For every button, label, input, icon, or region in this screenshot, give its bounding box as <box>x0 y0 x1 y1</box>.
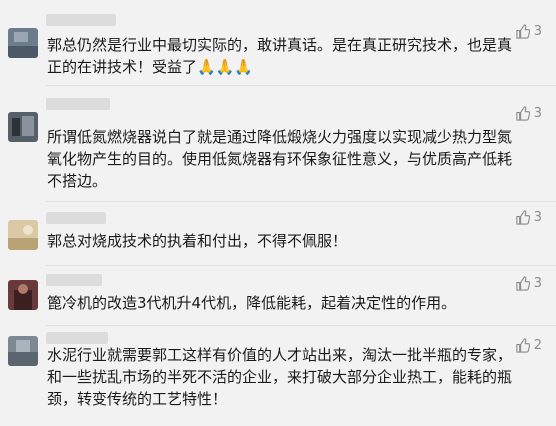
comment-text: 篦冷机的改造3代机升4代机，降低能耗，起着决定性的作用。 <box>47 294 457 312</box>
comment-item: 水泥行业就需要郭工这样有价值的人才站出来，淘汰一批半瓶的专家，和一些扰乱市场的半… <box>0 326 556 426</box>
author-name[interactable] <box>46 332 108 344</box>
thumbs-up-icon <box>515 338 530 353</box>
comment-text: 郭总仍然是行业中最切实际的，敢讲真话。是在真正研究技术，也是真正的在讲技术！受益… <box>47 36 513 76</box>
comment-item: 篦冷机的改造3代机升4代机，降低能耗，起着决定性的作用。 3 <box>0 266 556 326</box>
avatar[interactable] <box>8 28 38 58</box>
author-name[interactable] <box>46 14 116 26</box>
avatar[interactable] <box>8 112 38 142</box>
comment-text: 郭总对烧成技术的执着和付出，不得不佩服！ <box>47 232 348 250</box>
comment-item: 郭总对烧成技术的执着和付出，不得不佩服！ 3 <box>0 202 556 266</box>
author-name[interactable] <box>46 212 106 224</box>
avatar[interactable] <box>8 220 38 250</box>
like-count: 3 <box>533 276 542 291</box>
like-button[interactable]: 3 <box>515 210 542 225</box>
author-name[interactable] <box>46 98 110 110</box>
like-count: 2 <box>533 338 542 353</box>
thumbs-up-icon <box>515 24 530 39</box>
like-count: 3 <box>533 24 542 39</box>
like-button[interactable]: 3 <box>515 106 542 121</box>
thumbs-up-icon <box>515 106 530 121</box>
comment-item: 郭总仍然是行业中最切实际的，敢讲真话。是在真正研究技术，也是真正的在讲技术！受益… <box>0 0 556 86</box>
comment-text: 所谓低氮燃烧器说白了就是通过降低煅烧火力强度以实现减少热力型氮氧化物产生的目的。… <box>47 128 513 190</box>
comment-item: 所谓低氮燃烧器说白了就是通过降低煅烧火力强度以实现减少热力型氮氧化物产生的目的。… <box>0 86 556 202</box>
avatar[interactable] <box>8 280 38 310</box>
like-button[interactable]: 3 <box>515 276 542 291</box>
like-button[interactable]: 2 <box>515 338 542 353</box>
comment-text: 水泥行业就需要郭工这样有价值的人才站出来，淘汰一批半瓶的专家，和一些扰乱市场的半… <box>47 346 513 408</box>
like-count: 3 <box>533 210 542 225</box>
like-count: 3 <box>533 106 542 121</box>
like-button[interactable]: 3 <box>515 24 542 39</box>
thumbs-up-icon <box>515 210 530 225</box>
avatar[interactable] <box>8 336 38 366</box>
thumbs-up-icon <box>515 276 530 291</box>
author-name[interactable] <box>46 274 102 286</box>
